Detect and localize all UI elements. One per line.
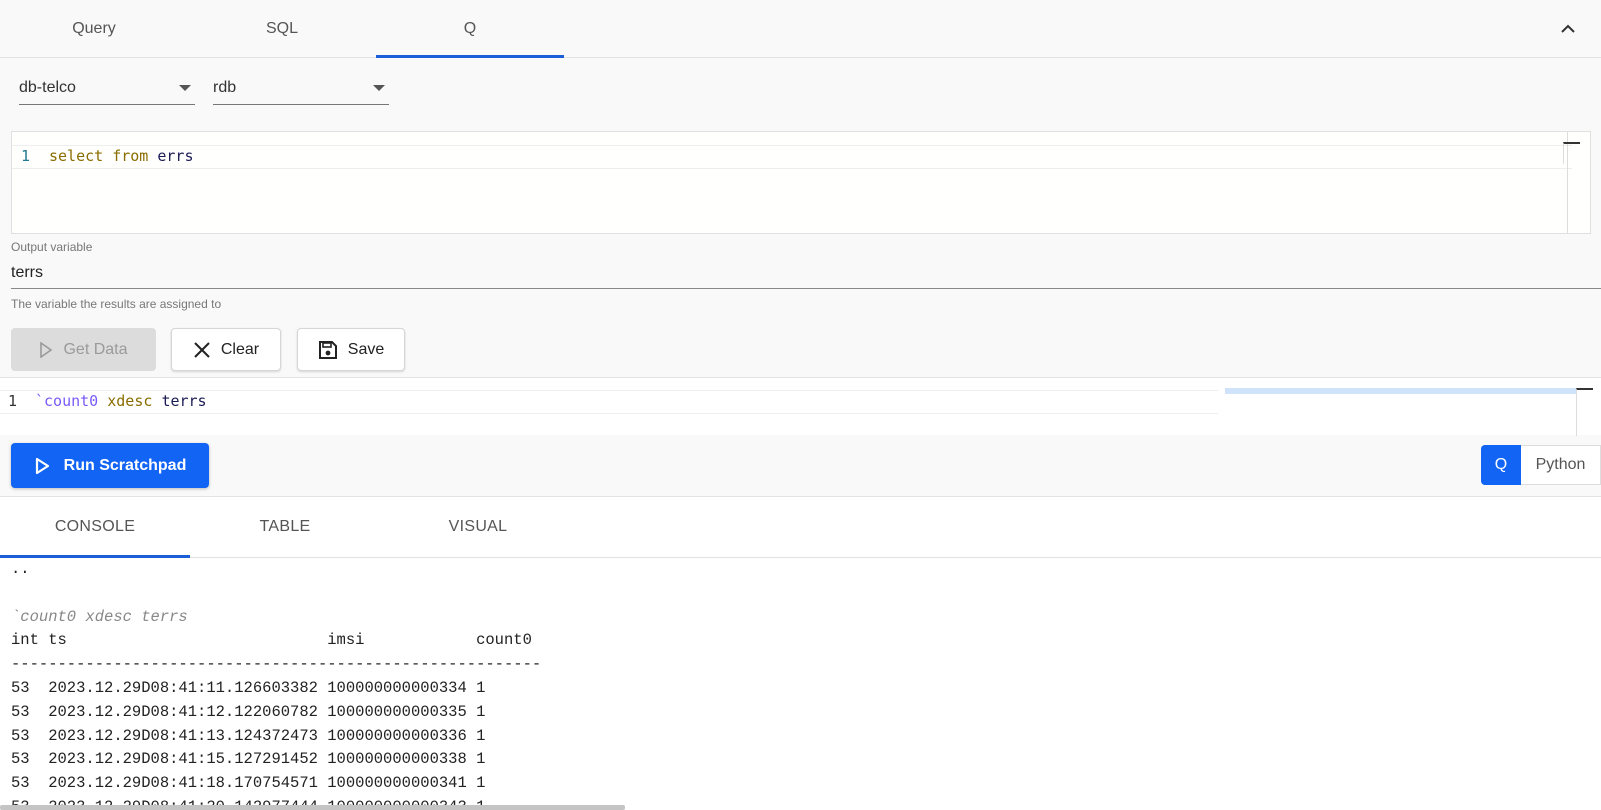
line-number: 1 [8, 392, 18, 410]
console-row: 53 2023.12.29D08:41:11.126603382 1000000… [11, 678, 486, 697]
scratchpad-code: `count0 xdesc terrs [35, 392, 207, 410]
clear-button[interactable]: Clear [171, 328, 281, 371]
output-variable-input[interactable]: terrs [11, 258, 1601, 289]
tab-sql[interactable]: SQL [188, 0, 376, 57]
editor-scrollbar[interactable] [1563, 142, 1580, 164]
console-prev: .. [11, 560, 30, 578]
console-horizontal-scrollbar[interactable] [0, 805, 625, 810]
editor-code: select from errs [49, 147, 194, 165]
close-icon [194, 341, 210, 358]
tab-table[interactable]: TABLE [190, 497, 380, 557]
language-toggle: Q Python [1481, 445, 1601, 485]
output-variable-label: Output variable [11, 240, 93, 254]
console-output[interactable]: .. `count0 xdesc terrs int ts imsi count… [0, 558, 1601, 810]
query-editor[interactable]: 1 select from errs [11, 131, 1591, 234]
database-select-value: db-telco [19, 79, 76, 96]
result-tabs: CONSOLE TABLE VISUAL [0, 497, 1601, 558]
run-scratchpad-button[interactable]: Run Scratchpad [11, 443, 209, 488]
code-backtick: ` [35, 392, 45, 410]
code-keyword: from [112, 147, 149, 165]
code-variable: terrs [161, 392, 207, 410]
console-command: `count0 xdesc terrs [11, 607, 188, 626]
run-scratchpad-label: Run Scratchpad [63, 456, 187, 474]
console-row: 53 2023.12.29D08:41:12.122060782 1000000… [11, 702, 486, 721]
tab-q[interactable]: Q [376, 0, 564, 58]
get-data-button[interactable]: Get Data [11, 328, 156, 371]
code-function: xdesc [107, 392, 153, 410]
console-row: 53 2023.12.29D08:41:18.170754571 1000000… [11, 774, 486, 793]
editor-line: 1 select from errs [12, 145, 1572, 169]
dropdown-arrow-icon [373, 85, 385, 91]
query-type-tabs: Query SQL Q [0, 0, 1601, 58]
tab-console[interactable]: CONSOLE [0, 497, 190, 558]
tab-query[interactable]: Query [0, 0, 188, 57]
language-q-button[interactable]: Q [1481, 445, 1521, 485]
process-select-value: rdb [213, 79, 237, 96]
play-icon [35, 457, 49, 474]
console-row: 53 2023.12.29D08:41:15.127291452 1000000… [11, 750, 486, 769]
tab-visual[interactable]: VISUAL [383, 497, 573, 557]
line-number: 1 [21, 147, 31, 165]
save-label: Save [347, 340, 385, 358]
code-symbol: count0 [44, 392, 99, 410]
chevron-up-icon[interactable] [1559, 20, 1577, 38]
dropdown-arrow-icon [179, 85, 191, 91]
scratchpad-line: 1 `count0 xdesc terrs [0, 390, 1218, 414]
output-variable-help: The variable the results are assigned to [11, 297, 222, 311]
scratchpad-minimap[interactable] [1225, 388, 1577, 394]
console-row: 53 2023.12.29D08:41:13.124372473 1000000… [11, 726, 486, 745]
save-icon [318, 340, 337, 359]
console-header: int ts imsi count0 [11, 631, 532, 650]
clear-label: Clear [220, 340, 260, 358]
console-divider: ----------------------------------------… [11, 655, 542, 674]
scratchpad-editor[interactable]: 1 `count0 xdesc terrs [0, 378, 1601, 436]
console-text: .. `count0 xdesc terrs int ts imsi count… [11, 558, 541, 810]
language-python-button[interactable]: Python [1521, 445, 1601, 485]
process-select[interactable]: rdb [213, 72, 389, 105]
database-select[interactable]: db-telco [19, 72, 195, 105]
code-table: errs [157, 147, 194, 165]
scratchpad-scrollbar[interactable] [1576, 388, 1593, 436]
get-data-label: Get Data [63, 340, 128, 358]
save-button[interactable]: Save [297, 328, 405, 371]
play-icon [40, 341, 53, 358]
code-keyword: select [49, 147, 104, 165]
